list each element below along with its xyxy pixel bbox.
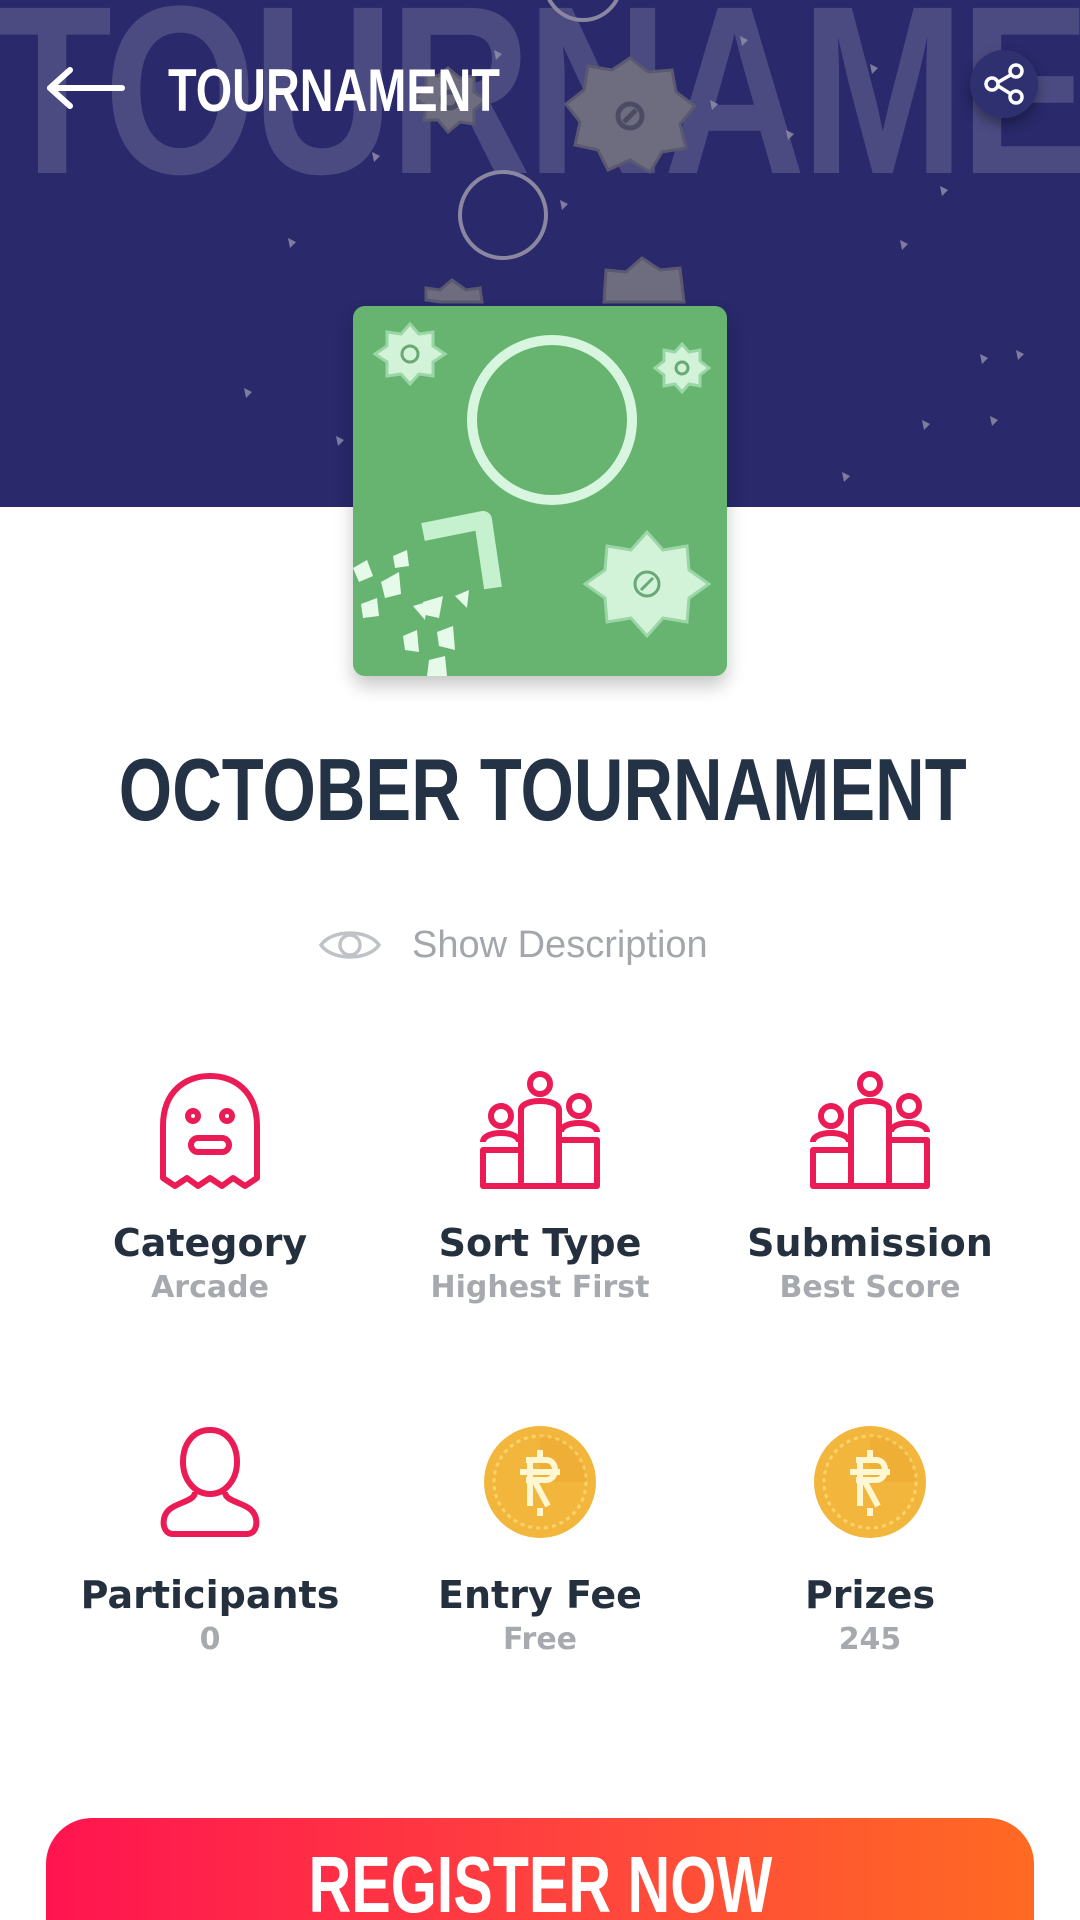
coin-icon bbox=[814, 1426, 926, 1538]
info-value: Free bbox=[502, 1622, 578, 1657]
share-button[interactable] bbox=[970, 50, 1038, 118]
tournament-title: OCTOBER TOURNAMENT bbox=[118, 740, 967, 839]
podium-people-icon bbox=[480, 1071, 600, 1189]
info-submission: Submission Best Score bbox=[705, 1070, 1035, 1308]
info-value: Best Score bbox=[779, 1270, 961, 1305]
info-sort-type: Sort Type Highest First bbox=[375, 1070, 705, 1308]
info-participants: Participants 0 bbox=[45, 1422, 375, 1660]
info-label: Prizes bbox=[804, 1573, 936, 1617]
coin-icon bbox=[484, 1426, 596, 1538]
share-icon bbox=[984, 63, 1024, 105]
info-label: Entry Fee bbox=[438, 1573, 642, 1617]
game-thumbnail bbox=[353, 306, 727, 676]
arrow-left-icon bbox=[47, 67, 125, 109]
show-description-label: Show Description bbox=[412, 923, 708, 966]
register-now-button[interactable]: REGISTER NOW bbox=[46, 1818, 1034, 1920]
user-icon bbox=[160, 1427, 260, 1537]
register-now-label: REGISTER NOW bbox=[308, 1840, 772, 1920]
eye-icon bbox=[318, 931, 382, 959]
game-artwork bbox=[353, 321, 712, 676]
header-title: TOURNAMENT bbox=[168, 57, 500, 124]
podium-people-icon bbox=[810, 1071, 930, 1189]
info-entry-fee: Entry Fee Free bbox=[375, 1422, 705, 1660]
info-label: Sort Type bbox=[438, 1221, 642, 1265]
info-value: Highest First bbox=[430, 1270, 650, 1305]
back-button[interactable] bbox=[44, 56, 144, 120]
info-value: Arcade bbox=[151, 1270, 269, 1305]
info-category: Category Arcade bbox=[45, 1070, 375, 1308]
info-label: Category bbox=[112, 1221, 308, 1265]
info-value: 0 bbox=[199, 1622, 221, 1657]
info-value: 245 bbox=[838, 1622, 902, 1657]
info-label: Submission bbox=[747, 1221, 993, 1265]
tournament-screen: TOURNAMENT bbox=[0, 0, 1080, 1920]
info-prizes: Prizes 245 bbox=[705, 1422, 1035, 1660]
show-description-button[interactable]: Show Description bbox=[318, 915, 708, 975]
ghost-icon bbox=[160, 1073, 260, 1189]
info-label: Participants bbox=[80, 1573, 340, 1617]
